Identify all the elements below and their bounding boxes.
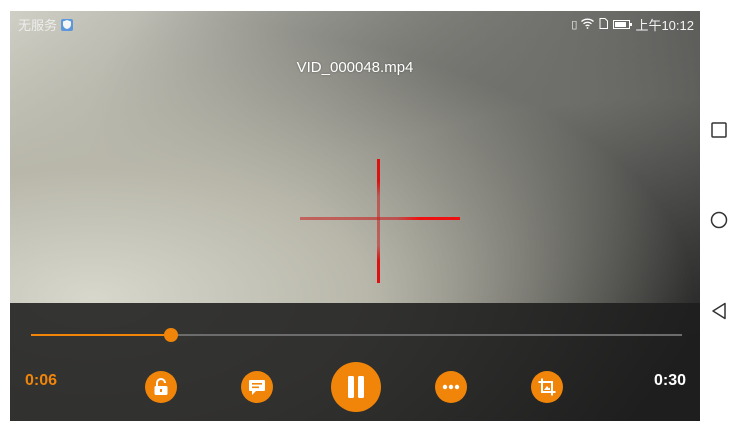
seek-bar-thumb[interactable] [163,328,178,342]
recents-button[interactable] [708,119,730,141]
subtitles-button[interactable] [241,371,273,403]
seek-bar[interactable] [31,328,682,342]
back-button[interactable] [708,300,730,322]
status-right: ▯ 上午10:12 [571,15,694,34]
pause-button[interactable] [331,362,381,412]
back-triangle-icon [712,302,726,320]
sim-icon [599,17,609,32]
playback-controls-panel: 0:06 0:30 [10,303,700,421]
video-title: VID_000048.mp4 [296,59,414,76]
more-horiz-icon [442,384,460,390]
status-bar: 无服务 ▯ 上午10:12 [10,11,700,37]
video-player-screen[interactable]: 无服务 ▯ 上午10:12 VID_000048.mp4 0:06 0:30 [10,11,700,421]
pause-icon [348,376,364,398]
unlock-icon [154,378,168,395]
lock-button[interactable] [145,371,177,403]
status-left: 无服务 [18,15,74,34]
subtitle-icon [249,379,265,395]
battery-icon [613,20,633,29]
shield-icon [61,18,74,31]
more-options-button[interactable] [435,371,467,403]
wifi-icon [581,18,595,32]
carrier-label: 无服务 [18,18,58,33]
system-navigation-bar [700,11,737,421]
crosshair-horizontal-line [300,217,460,220]
home-button[interactable] [708,209,730,231]
clock-label: 上午10:12 [635,18,694,33]
crosshair-vertical-line [377,159,380,283]
home-circle-icon [710,211,728,229]
crop-icon [538,378,556,396]
crop-aspect-button[interactable] [531,371,563,403]
total-duration: 0:30 [653,372,686,389]
elapsed-time: 0:06 [25,372,58,389]
vibrate-icon: ▯ [571,19,577,31]
seek-bar-progress [31,334,171,336]
recents-square-icon [711,122,727,138]
